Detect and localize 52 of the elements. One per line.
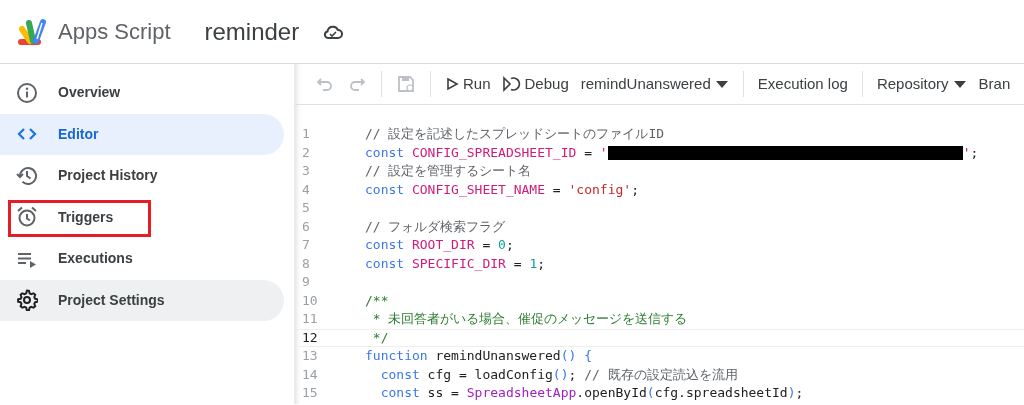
execution-log-button[interactable]: Execution log — [751, 68, 854, 100]
line-number: 15 — [301, 384, 319, 402]
line-number: 2 — [301, 143, 311, 162]
line-number: 5 — [301, 199, 311, 217]
history-icon — [16, 164, 38, 187]
caret-icon — [952, 79, 967, 89]
debug-button[interactable]: Debug — [496, 68, 575, 100]
line-number: 10 — [301, 291, 319, 310]
line-number: 3 — [301, 162, 311, 180]
cloud-check-icon[interactable] — [323, 23, 344, 40]
code-text: const SPECIFIC_DIR = 1; — [365, 254, 546, 273]
caret-icon — [714, 79, 729, 89]
play-icon — [445, 77, 459, 91]
line-number: 11 — [301, 310, 319, 328]
repository-dropdown[interactable]: Repository — [870, 68, 973, 100]
line-number: 9 — [301, 273, 311, 291]
line-number: 4 — [301, 180, 311, 199]
alarm-clock-icon — [16, 206, 38, 229]
line-number: 6 — [301, 217, 311, 236]
code-text: function remindUnanswered() { — [365, 347, 592, 365]
sidebar-item[interactable]: Executions — [0, 238, 284, 280]
code-text: const ROOT_DIR = 0; — [365, 236, 514, 254]
code-text: const cfg = loadConfig(); // 既存の設定読込を流用 — [379, 365, 738, 384]
function-dropdown[interactable]: remindUnanswered — [574, 68, 735, 100]
line-number: 7 — [301, 236, 311, 254]
code-text: // 設定を管理するシート名 — [365, 162, 532, 180]
sidebar-item[interactable]: Editor — [0, 113, 284, 155]
line-number: 1 — [301, 125, 311, 143]
line-number: 14 — [301, 365, 319, 384]
code-text: /** — [365, 291, 389, 310]
line-number: 12 — [301, 328, 319, 347]
code-text: const ss = SpreadsheetApp.openById(cfg.spreadsheetId); — [379, 384, 804, 402]
sidebar-item[interactable]: Triggers — [0, 196, 284, 238]
code-text: */ — [371, 328, 389, 347]
code-text: '; — [962, 143, 979, 162]
line-number: 13 — [301, 347, 319, 365]
code-text: // フォルダ検索フラグ — [365, 217, 506, 236]
code-text: // 設定を記述したスプレッドシートのファイルID — [365, 125, 665, 143]
code-text: const CONFIG_SPREADSHEET_ID = ' — [365, 143, 608, 162]
sidebar-item[interactable]: Project Settings — [0, 279, 284, 321]
product-name: Apps Script — [58, 18, 171, 46]
sidebar-item[interactable]: Overview — [0, 72, 284, 114]
info-icon — [16, 81, 38, 104]
sidebar-item[interactable]: Project History — [0, 155, 284, 197]
debug-icon — [502, 76, 521, 92]
settings-icon — [16, 289, 38, 312]
project-name[interactable]: reminder — [204, 13, 300, 50]
toolbar-button[interactable]: Bran — [972, 68, 1017, 100]
code-text: * 未回答者がいる場合、催促のメッセージを送信する — [371, 310, 688, 328]
code-text: const CONFIG_SHEET_NAME = 'config'; — [365, 180, 639, 199]
run-button[interactable]: Run — [439, 68, 497, 100]
line-number: 8 — [301, 254, 311, 273]
